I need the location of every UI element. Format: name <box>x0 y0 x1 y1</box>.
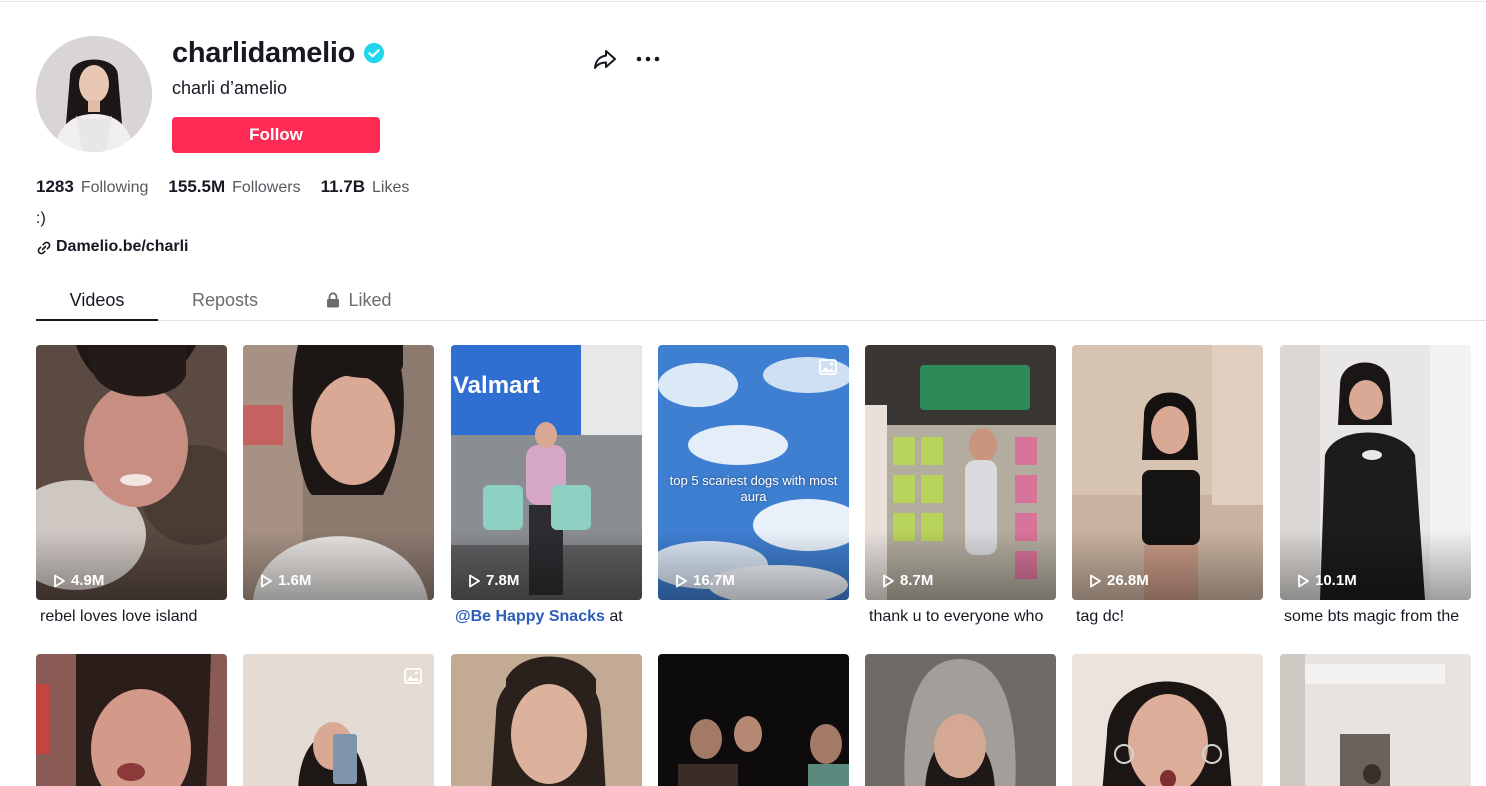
view-count-text: 10.1M <box>1315 572 1357 589</box>
followers-stat[interactable]: 155.5M Followers <box>168 177 300 197</box>
avatar-image <box>36 36 152 152</box>
video-caption[interactable]: thank u to everyone who <box>865 608 1056 630</box>
thumbnail-shade <box>865 530 1056 600</box>
tabs-divider <box>158 320 1486 321</box>
thumbnail-shade <box>1072 530 1263 600</box>
view-count: 10.1M <box>1296 572 1357 589</box>
play-icon <box>1090 574 1101 587</box>
video-card[interactable] <box>1072 654 1263 786</box>
view-count-text: 7.8M <box>486 572 520 589</box>
video-caption[interactable] <box>658 608 849 630</box>
play-icon <box>883 574 894 587</box>
followers-label: Followers <box>232 179 301 196</box>
photo-overlay-text: top 5 scariest dogs with most aura <box>669 473 838 504</box>
play-icon <box>676 574 687 587</box>
video-caption[interactable]: tag dc! <box>1072 608 1263 630</box>
view-count-text: 1.6M <box>278 572 312 589</box>
video-caption[interactable] <box>243 608 434 630</box>
username-row: charlidamelio <box>172 36 385 70</box>
video-thumbnail <box>658 654 849 786</box>
play-icon <box>54 574 65 587</box>
view-count-text: 4.9M <box>71 572 105 589</box>
video-caption[interactable]: some bts magic from the <box>1280 608 1471 630</box>
display-name: charli d’amelio <box>172 78 288 98</box>
video-card[interactable] <box>36 654 227 786</box>
thumbnail-shade <box>243 530 434 600</box>
profile-avatar[interactable] <box>36 36 152 152</box>
video-thumbnail <box>865 654 1056 786</box>
profile-tabs: Videos Reposts Liked <box>36 279 426 321</box>
following-count: 1283 <box>36 177 74 196</box>
verified-badge-icon <box>363 42 385 64</box>
tab-liked[interactable]: Liked <box>292 279 426 321</box>
play-icon <box>261 574 272 587</box>
photo-icon <box>404 668 422 684</box>
link-icon <box>37 241 51 255</box>
video-card[interactable] <box>1280 654 1471 786</box>
lock-icon <box>327 292 340 308</box>
thumbnail-shade <box>36 530 227 600</box>
tab-videos[interactable]: Videos <box>36 279 158 321</box>
active-tab-indicator <box>36 319 158 321</box>
play-icon <box>469 574 480 587</box>
share-arrow-icon <box>594 50 616 69</box>
view-count-text: 16.7M <box>693 572 735 589</box>
more-dots-icon <box>636 56 660 62</box>
video-card[interactable]: top 5 scariest dogs with most aura 16.7M <box>658 345 849 600</box>
video-thumbnail <box>36 654 227 786</box>
thumbnail-shade <box>658 530 849 600</box>
view-count: 7.8M <box>467 572 519 589</box>
tab-videos-label: Videos <box>69 289 125 310</box>
video-card[interactable]: 4.9M <box>36 345 227 600</box>
view-count: 26.8M <box>1088 572 1149 589</box>
likes-count: 11.7B <box>320 177 366 196</box>
video-card[interactable]: 26.8M <box>1072 345 1263 600</box>
video-caption[interactable]: rebel loves love island <box>36 608 227 630</box>
tab-reposts[interactable]: Reposts <box>158 279 292 321</box>
follow-button[interactable]: Follow <box>172 117 380 153</box>
svg-text:Valmart: Valmart <box>453 372 540 399</box>
caption-text: at <box>604 608 623 625</box>
profile-link[interactable]: Damelio.be/charli <box>36 237 189 256</box>
profile-stats: 1283 Following 155.5M Followers 11.7B Li… <box>36 177 429 197</box>
following-stat[interactable]: 1283 Following <box>36 177 148 197</box>
profile-link-text: Damelio.be/charli <box>56 237 189 255</box>
video-caption[interactable]: @Be Happy Snacks at <box>451 608 642 630</box>
view-count: 16.7M <box>674 572 735 589</box>
video-card[interactable]: Valmart 7.8M <box>451 345 642 600</box>
caption-mention[interactable]: @Be Happy Snacks <box>455 608 605 625</box>
play-icon <box>1298 574 1309 587</box>
thumbnail-shade <box>451 530 642 600</box>
likes-stat: 11.7B Likes <box>321 177 410 197</box>
view-count: 4.9M <box>52 572 104 589</box>
top-divider <box>0 1 1486 2</box>
video-thumbnail <box>1280 654 1471 786</box>
video-card[interactable]: 8.7M <box>865 345 1056 600</box>
video-card[interactable]: 1.6M <box>243 345 434 600</box>
photo-icon <box>819 359 837 375</box>
view-count-text: 8.7M <box>900 572 934 589</box>
thumbnail-shade <box>1280 530 1471 600</box>
share-button[interactable] <box>590 44 620 74</box>
video-card[interactable] <box>243 654 434 786</box>
following-label: Following <box>80 179 149 196</box>
tab-liked-label: Liked <box>348 289 392 310</box>
more-options-button[interactable] <box>633 44 663 74</box>
video-card[interactable] <box>658 654 849 786</box>
likes-label: Likes <box>372 179 410 196</box>
video-thumbnail <box>451 654 642 786</box>
video-thumbnail <box>1072 654 1263 786</box>
tab-reposts-label: Reposts <box>191 289 259 310</box>
video-card[interactable]: 10.1M <box>1280 345 1471 600</box>
view-count: 8.7M <box>881 572 933 589</box>
view-count: 1.6M <box>259 572 311 589</box>
username: charlidamelio <box>172 36 356 69</box>
profile-bio: :) <box>36 210 46 227</box>
video-card[interactable] <box>865 654 1056 786</box>
view-count-text: 26.8M <box>1107 572 1149 589</box>
followers-count: 155.5M <box>168 177 226 196</box>
video-card[interactable] <box>451 654 642 786</box>
